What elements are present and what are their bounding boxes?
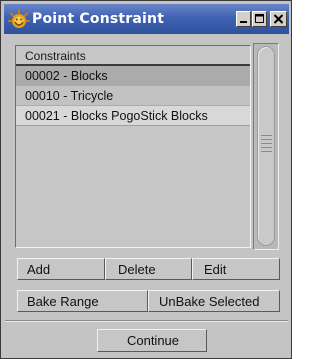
minimize-button[interactable] (236, 11, 251, 27)
constraints-list[interactable]: Constraints 00002 - Blocks 00010 - Tricy… (15, 45, 251, 248)
scrollbar-thumb[interactable] (257, 46, 275, 246)
add-button-label: Add (27, 262, 51, 277)
add-button[interactable]: Add (17, 258, 105, 280)
minimize-icon (240, 21, 247, 23)
maximize-icon (255, 14, 264, 23)
footer-divider (5, 320, 288, 322)
list-item-label: 00002 - Blocks (25, 69, 108, 83)
unbake-selected-button[interactable]: UnBake Selected (148, 290, 280, 312)
close-icon (273, 14, 284, 24)
thumb-grip-line (261, 143, 272, 144)
maximize-button[interactable] (252, 11, 267, 27)
point-constraint-window: Point Constraint Constraints 00002 - Blo… (0, 0, 292, 359)
thumb-grip-line (261, 147, 272, 148)
list-scrollbar[interactable] (253, 43, 279, 250)
list-item[interactable]: 00002 - Blocks (16, 66, 250, 86)
constraints-header-label: Constraints (25, 49, 86, 63)
unbake-selected-label: UnBake Selected (159, 294, 260, 309)
bake-range-label: Bake Range (27, 294, 99, 309)
list-item[interactable]: 00010 - Tricycle (16, 86, 250, 106)
edit-button[interactable]: Edit (192, 258, 280, 280)
thumb-grip-line (261, 135, 272, 136)
continue-button-label: Continue (126, 333, 180, 348)
edit-button-label: Edit (204, 262, 227, 277)
delete-button[interactable]: Delete (105, 258, 192, 280)
list-item-label: 00021 - Blocks PogoStick Blocks (25, 109, 208, 123)
lightwave-app-icon[interactable] (8, 9, 30, 31)
list-item-label: 00010 - Tricycle (25, 89, 114, 103)
title-bar[interactable]: Point Constraint (4, 4, 289, 34)
close-button[interactable] (270, 11, 287, 27)
continue-button[interactable]: Continue (97, 329, 207, 352)
list-item-selected[interactable]: 00021 - Blocks PogoStick Blocks (16, 106, 250, 126)
list-column-header[interactable]: Constraints (16, 46, 250, 66)
thumb-grip-line (261, 139, 272, 140)
bake-range-button[interactable]: Bake Range (17, 290, 148, 312)
thumb-grip-line (261, 151, 272, 152)
window-title: Point Constraint (32, 11, 165, 27)
delete-button-label: Delete (118, 262, 156, 277)
